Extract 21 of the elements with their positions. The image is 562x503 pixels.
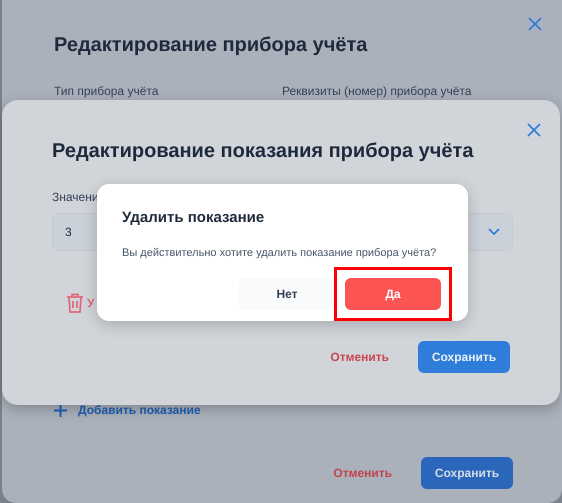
save-button[interactable]: Сохранить xyxy=(421,457,513,489)
cancel-button[interactable]: Отменить xyxy=(330,348,389,366)
close-icon[interactable] xyxy=(528,17,542,31)
cancel-button[interactable]: Отменить xyxy=(333,464,392,482)
trash-icon[interactable] xyxy=(66,293,84,313)
add-reading-button[interactable]: Добавить показание xyxy=(54,401,201,419)
modal-title: Редактирование показания прибора учёта xyxy=(52,139,475,164)
save-button[interactable]: Сохранить xyxy=(418,341,510,373)
dialog-message: Вы действительно хотите удалить показание прибора учёта? xyxy=(122,246,438,260)
modal-title: Редактирование прибора учёта xyxy=(54,33,368,58)
chevron-down-icon xyxy=(488,228,500,236)
decline-button[interactable]: Нет xyxy=(239,278,335,310)
field-label: Тип прибора учёта xyxy=(54,83,160,100)
field-label: Значени xyxy=(52,189,99,206)
dialog-title: Удалить показание xyxy=(122,208,266,228)
delete-link[interactable]: У xyxy=(87,294,94,312)
plus-icon xyxy=(54,404,67,416)
field-label: Реквизиты (номер) прибора учёта xyxy=(282,83,472,100)
close-icon[interactable] xyxy=(527,123,541,137)
select-value: 3 xyxy=(65,224,72,241)
confirm-button[interactable]: Да xyxy=(345,278,441,310)
